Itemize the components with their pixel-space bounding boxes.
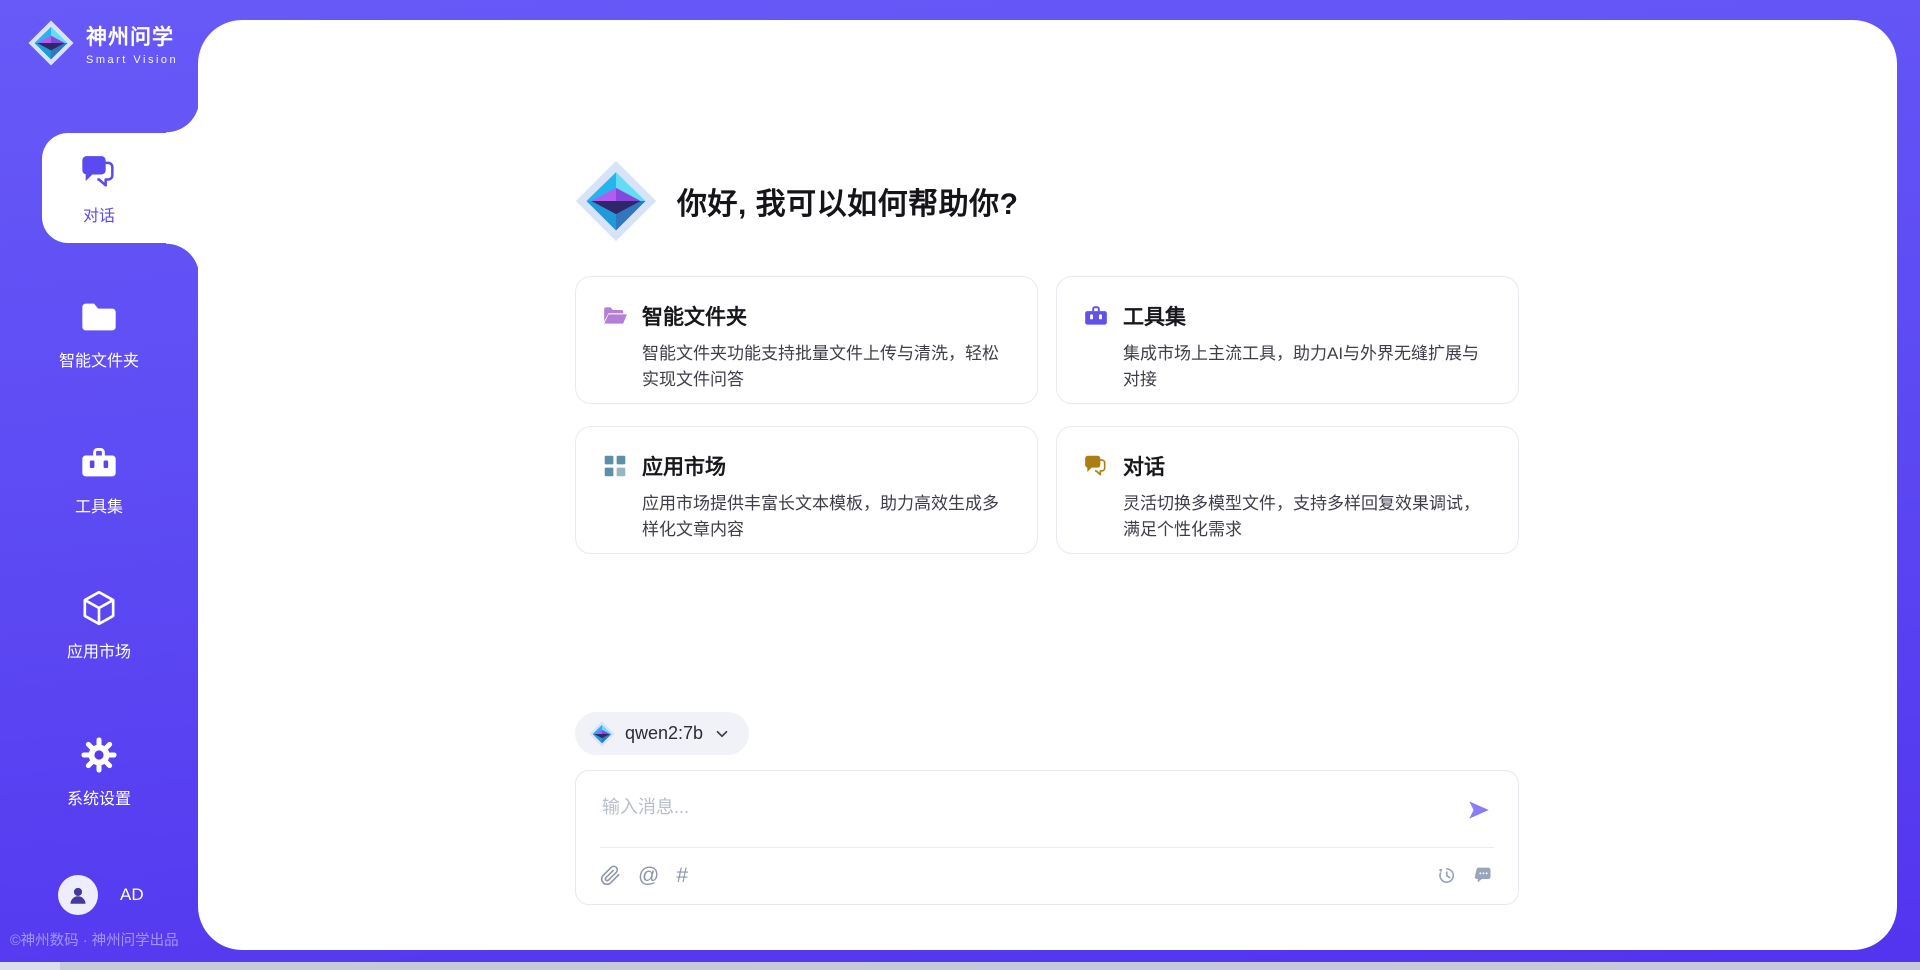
person-icon (63, 880, 93, 910)
card-title: 应用市场 (642, 451, 726, 481)
main-panel: 你好, 我可以如何帮助你? 智能文件夹 智能文件夹功能支持批量文件上传与清洗，轻… (198, 20, 1897, 950)
brand-name: 神州问学 (86, 21, 178, 51)
brand-tagline: Smart Vision (86, 54, 178, 66)
card-description: 集成市场上主流工具，助力AI与外界无缝扩展与对接 (1123, 341, 1492, 392)
sidebar-item-label: 智能文件夹 (0, 347, 198, 371)
chat-icon (79, 152, 119, 192)
sidebar-item-label: 对话 (0, 202, 198, 226)
model-name: qwen2:7b (625, 723, 703, 744)
send-icon[interactable] (1466, 797, 1492, 823)
card-description: 智能文件夹功能支持批量文件上传与清洗，轻松实现文件问答 (642, 341, 1011, 392)
sidebar-item-chat[interactable]: 对话 (0, 152, 198, 226)
gear-icon (79, 735, 119, 775)
feature-cards: 智能文件夹 智能文件夹功能支持批量文件上传与清洗，轻松实现文件问答 工具集 集成… (575, 276, 1519, 554)
greeting-title: 你好, 我可以如何帮助你? (677, 179, 1019, 223)
card-title: 工具集 (1123, 301, 1186, 331)
greeting-diamond-icon (575, 160, 657, 242)
user-account[interactable]: AD (58, 875, 144, 915)
horizontal-scrollbar[interactable] (0, 962, 1920, 970)
card-description: 灵活切换多模型文件，支持多样回复效果调试，满足个性化需求 (1123, 491, 1492, 542)
toolbox-icon (79, 443, 119, 483)
chat-icon (1083, 453, 1109, 479)
history-icon[interactable] (1436, 865, 1457, 886)
sidebar-item-label: 系统设置 (0, 785, 198, 809)
tab-fillet-top (166, 99, 200, 133)
conversations-icon[interactable] (1473, 865, 1494, 886)
model-selector[interactable]: qwen2:7b (575, 712, 749, 755)
brand-diamond-icon (28, 20, 74, 66)
scrollbar-thumb[interactable] (0, 962, 60, 970)
chevron-down-icon (713, 725, 731, 743)
sidebar-item-smart-folder[interactable]: 智能文件夹 (0, 297, 198, 371)
toolbox-icon (1083, 303, 1109, 329)
mention-icon[interactable]: @ (638, 865, 659, 886)
card-smart-folder[interactable]: 智能文件夹 智能文件夹功能支持批量文件上传与清洗，轻松实现文件问答 (575, 276, 1038, 404)
card-title: 智能文件夹 (642, 301, 747, 331)
input-divider (600, 847, 1494, 848)
input-placeholder: 输入消息... (602, 793, 689, 819)
brand: 神州问学 Smart Vision (28, 20, 178, 66)
sidebar-item-label: 应用市场 (0, 638, 198, 662)
user-initials: AD (120, 885, 144, 905)
attach-icon[interactable] (600, 865, 621, 886)
folder-icon (79, 297, 119, 337)
card-title: 对话 (1123, 451, 1165, 481)
model-diamond-icon (589, 721, 615, 747)
copyright-text: ©神州数码 · 神州问学出品 (10, 929, 220, 950)
sidebar-item-app-market[interactable]: 应用市场 (0, 588, 198, 662)
tab-fillet-bottom (166, 243, 200, 277)
cube-icon (79, 588, 119, 628)
avatar (58, 875, 98, 915)
card-app-market[interactable]: 应用市场 应用市场提供丰富长文本模板，助力高效生成多样化文章内容 (575, 426, 1038, 554)
grid-icon (602, 453, 628, 479)
card-chat[interactable]: 对话 灵活切换多模型文件，支持多样回复效果调试，满足个性化需求 (1056, 426, 1519, 554)
folder-open-icon (602, 303, 628, 329)
hash-icon[interactable]: # (676, 865, 688, 886)
card-toolset[interactable]: 工具集 集成市场上主流工具，助力AI与外界无缝扩展与对接 (1056, 276, 1519, 404)
card-description: 应用市场提供丰富长文本模板，助力高效生成多样化文章内容 (642, 491, 1011, 542)
sidebar-item-toolset[interactable]: 工具集 (0, 443, 198, 517)
message-input[interactable]: 输入消息... @ # (575, 770, 1519, 905)
sidebar-item-settings[interactable]: 系统设置 (0, 735, 198, 809)
sidebar-item-label: 工具集 (0, 493, 198, 517)
greeting: 你好, 我可以如何帮助你? (575, 160, 1019, 242)
